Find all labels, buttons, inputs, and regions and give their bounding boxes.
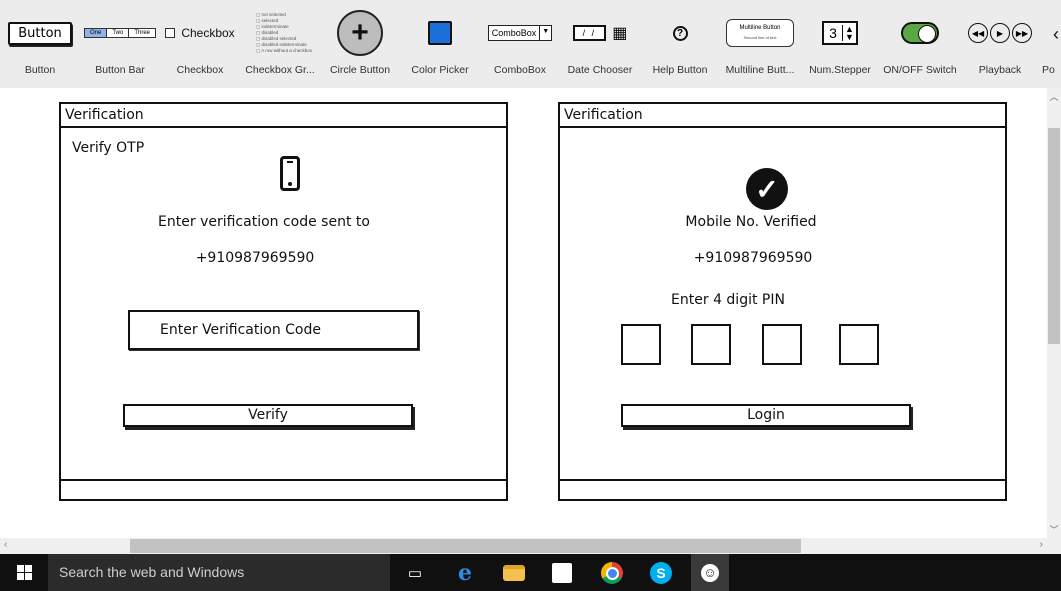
horizontal-scrollbar[interactable]: ‹ › <box>0 538 1061 554</box>
scroll-thumb[interactable] <box>130 539 801 553</box>
verified-status: Mobile No. Verified <box>685 214 817 230</box>
palette-item-checkbox[interactable]: Checkbox Checkbox <box>160 0 240 88</box>
checkbox-group-preview: not selected selected indeterminate disa… <box>256 12 312 54</box>
palette-item-button[interactable]: Button Button <box>0 0 80 88</box>
palette-label: Po <box>1042 64 1055 76</box>
pin-digit-2[interactable] <box>691 324 731 365</box>
phone-number: +910987969590 <box>195 250 315 266</box>
verification-instruction: Enter verification code sent to <box>158 214 370 230</box>
palette-item-multiline-button[interactable]: Multiline Button Second line of text Mult… <box>720 0 800 88</box>
verify-otp-window: Verification Verify OTP Enter verificati… <box>59 102 508 501</box>
pin-login-window: Verification ✓ Mobile No. Verified +9109… <box>558 102 1007 501</box>
play-icon: ▶ <box>990 23 1010 43</box>
mockup-canvas: Verification Verify OTP Enter verificati… <box>0 88 1047 538</box>
chevron-left-icon[interactable]: ‹ <box>1053 24 1059 45</box>
component-palette: Button Button One Two Three Button Bar C… <box>0 0 1061 88</box>
checkbox-icon <box>165 28 176 38</box>
verify-button[interactable]: Verify <box>123 404 413 427</box>
palette-label: Playback <box>978 64 1022 76</box>
pin-digit-3[interactable] <box>762 324 802 365</box>
plus-icon: + <box>337 10 383 56</box>
button-bar-segment: One <box>84 29 108 37</box>
window-title: Verification <box>61 104 506 128</box>
store-icon[interactable] <box>552 563 572 583</box>
palette-item-date-chooser[interactable]: / / ▦ Date Chooser <box>560 0 640 88</box>
scroll-thumb[interactable] <box>1048 128 1060 344</box>
chevron-down-icon[interactable]: ﹀ <box>1047 523 1061 536</box>
multiline-button-preview: Multiline Button Second line of text <box>726 19 794 47</box>
checkbox-group-option: A row without a checkbox <box>256 48 312 54</box>
playback-preview: ◀◀ ▶ ▶▶ <box>968 23 1032 43</box>
palette-item-combobox[interactable]: ComboBox ▼ ComboBox <box>480 0 560 88</box>
button-bar-segment: Two <box>107 29 130 37</box>
chevron-right-icon[interactable]: › <box>1040 539 1043 550</box>
toggle-switch-icon <box>901 22 939 44</box>
checkbox-preview-text: Checkbox <box>181 26 235 40</box>
combobox-preview: ComboBox ▼ <box>487 25 553 41</box>
multiline-line-1: Multiline Button <box>739 25 781 31</box>
button-preview: Button <box>8 21 72 45</box>
palette-item-button-bar[interactable]: One Two Three Button Bar <box>80 0 160 88</box>
check-circle-icon: ✓ <box>746 168 788 210</box>
palette-item-checkbox-group[interactable]: not selected selected indeterminate disa… <box>240 0 320 88</box>
pin-label: Enter 4 digit PIN <box>671 292 785 308</box>
palette-item-help-button[interactable]: ? Help Button <box>640 0 720 88</box>
date-field-preview: / / <box>572 25 607 41</box>
chevron-left-icon[interactable]: ‹ <box>4 539 7 550</box>
balsamiq-icon[interactable]: ☺ <box>691 554 729 591</box>
palette-item-num-stepper[interactable]: 3 ▲ ▼ Num.Stepper <box>800 0 880 88</box>
phone-number: +910987969590 <box>693 250 813 266</box>
windows-taskbar: Search the web and Windows ▭ e S ☺ <box>0 554 1061 591</box>
button-bar-preview: One Two Three <box>83 28 157 38</box>
skype-icon[interactable]: S <box>650 562 672 584</box>
windows-logo-icon <box>16 565 32 580</box>
task-view-icon[interactable]: ▭ <box>401 559 429 587</box>
fast-forward-icon: ▶▶ <box>1012 23 1032 43</box>
window-status-bar <box>61 479 506 499</box>
help-icon: ? <box>672 25 688 41</box>
palette-item-color-picker[interactable]: Color Picker <box>400 0 480 88</box>
palette-item-circle-button[interactable]: + Circle Button <box>320 0 400 88</box>
palette-item-playback[interactable]: ◀◀ ▶ ▶▶ Playback <box>960 0 1040 88</box>
start-button[interactable] <box>0 554 48 591</box>
file-explorer-icon[interactable] <box>503 565 525 581</box>
vertical-scrollbar[interactable]: ︿ ﹀ <box>1047 88 1061 538</box>
button-bar-segment: Three <box>129 29 156 37</box>
chevron-up-icon[interactable]: ︿ <box>1047 90 1061 103</box>
chrome-icon[interactable] <box>601 562 623 584</box>
stepper-arrows-icon: ▲ ▼ <box>844 24 854 42</box>
pin-digit-1[interactable] <box>621 324 661 365</box>
stepper-preview: 3 ▲ ▼ <box>822 21 858 45</box>
login-button[interactable]: Login <box>621 404 911 427</box>
edge-browser-icon[interactable]: e <box>451 559 479 587</box>
verify-otp-heading: Verify OTP <box>72 140 145 156</box>
stepper-value: 3 <box>824 25 843 41</box>
palette-item-switch[interactable]: ON/OFF Switch <box>880 0 960 88</box>
calendar-icon: ▦ <box>612 25 628 42</box>
multiline-line-2: Second line of text <box>743 35 777 40</box>
verification-code-input[interactable]: Enter Verification Code <box>128 310 419 350</box>
window-title: Verification <box>560 104 1005 128</box>
rewind-icon: ◀◀ <box>968 23 988 43</box>
pin-digit-4[interactable] <box>839 324 879 365</box>
combobox-preview-text: ComboBox <box>491 28 537 38</box>
chevron-down-icon: ▼ <box>539 26 551 40</box>
color-swatch-icon <box>428 21 452 45</box>
mobile-phone-icon <box>280 156 300 191</box>
taskbar-search-input[interactable]: Search the web and Windows <box>48 554 390 591</box>
window-status-bar <box>560 479 1005 499</box>
